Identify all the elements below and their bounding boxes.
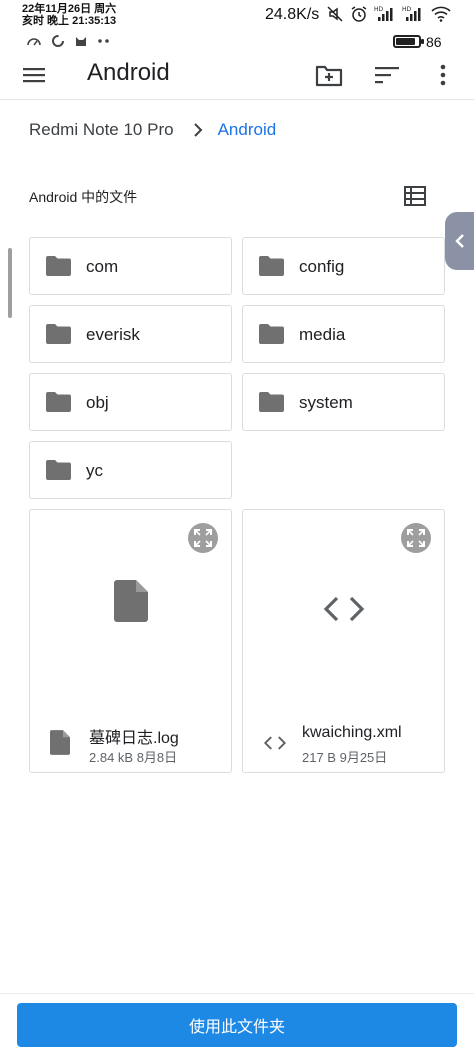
file-name: 墓碑日志.log [89, 730, 179, 747]
alarm-icon [351, 6, 367, 22]
bottom-bar: 使用此文件夹 [0, 993, 474, 1053]
status-bar: 22年11月26日 周六 亥时 晚上 21:35:13 24.8K/s HD H… [0, 0, 474, 52]
folder-card[interactable]: everisk [29, 305, 232, 363]
status-date: 22年11月26日 周六 [22, 3, 117, 15]
folder-icon [46, 256, 71, 276]
folder-name: config [299, 257, 345, 276]
battery-percentage: 86 [426, 34, 442, 50]
folder-name: media [299, 325, 346, 344]
chevron-left-icon [454, 234, 464, 248]
sync-icon [52, 35, 64, 47]
file-preview [30, 580, 231, 640]
file-card[interactable]: kwaiching.xml 217 B 9月25日 [242, 509, 445, 773]
folder-name: yc [86, 461, 103, 480]
file-type-icon [263, 736, 287, 755]
list-view-toggle[interactable] [404, 186, 426, 206]
folder-card[interactable]: obj [29, 373, 232, 431]
folder-icon [46, 324, 71, 344]
expand-preview-button[interactable] [188, 523, 218, 553]
sort-icon [375, 67, 399, 84]
more-options-button[interactable] [428, 60, 458, 90]
code-icon [263, 736, 287, 750]
breadcrumb-current[interactable]: Android [218, 120, 277, 140]
more-dots-icon [98, 39, 109, 43]
breadcrumb: Redmi Note 10 Pro Android [29, 120, 276, 140]
cat-icon [76, 37, 86, 46]
folder-icon [46, 392, 71, 412]
breadcrumb-root[interactable]: Redmi Note 10 Pro [29, 120, 174, 140]
folder-name: everisk [86, 325, 140, 344]
more-vert-icon [440, 64, 446, 86]
folder-card[interactable]: config [242, 237, 445, 295]
file-name: kwaiching.xml [302, 724, 402, 741]
folder-name: obj [86, 393, 109, 412]
battery-fill [396, 38, 415, 45]
scroll-indicator[interactable] [8, 248, 12, 318]
status-icons-row2 [26, 34, 111, 48]
sort-button[interactable] [372, 60, 402, 90]
folder-icon [259, 324, 284, 344]
section-title: Android 中的文件 [29, 189, 138, 205]
network-speed: 24.8K/s [265, 6, 320, 23]
status-datetime: 22年11月26日 周六 亥时 晚上 21:35:13 [22, 3, 116, 27]
svg-text:HD: HD [374, 6, 384, 13]
app-title: Android [87, 59, 170, 86]
menu-button[interactable] [22, 63, 46, 87]
document-icon [113, 580, 148, 622]
expand-preview-button[interactable] [401, 523, 431, 553]
speedometer-icon [27, 38, 41, 46]
wifi-icon [431, 6, 451, 22]
svg-text:HD: HD [402, 6, 412, 13]
create-new-folder-icon [315, 65, 343, 87]
list-view-icon [404, 186, 426, 206]
file-preview [243, 580, 444, 640]
file-info: 217 B 9月25日 [302, 750, 388, 765]
app-bar: Android [0, 52, 474, 100]
new-folder-button[interactable] [314, 60, 344, 90]
folder-name: com [86, 257, 119, 276]
document-icon [50, 730, 70, 755]
code-icon [323, 596, 364, 622]
fullscreen-icon [407, 529, 425, 547]
folder-card[interactable]: system [242, 373, 445, 431]
folder-icon [259, 256, 284, 276]
mute-icon [327, 6, 343, 22]
battery-icon [393, 35, 424, 48]
hamburger-menu-icon [23, 68, 45, 83]
fullscreen-icon [194, 529, 212, 547]
folder-card[interactable]: yc [29, 441, 232, 499]
folder-card[interactable]: com [29, 237, 232, 295]
status-icons: HD HD [326, 5, 452, 23]
folder-icon [259, 392, 284, 412]
use-this-folder-button[interactable]: 使用此文件夹 [17, 1003, 457, 1047]
folder-icon [46, 460, 71, 480]
signal-hd-icon-2: HD [402, 6, 421, 21]
file-info: 2.84 kB 8月8日 [89, 750, 178, 765]
signal-hd-icon: HD [374, 6, 393, 21]
chevron-right-icon [193, 123, 202, 137]
folder-card[interactable]: media [242, 305, 445, 363]
file-type-icon [50, 730, 70, 760]
status-time: 亥时 晚上 21:35:13 [22, 15, 117, 27]
folder-name: system [299, 393, 353, 412]
file-card[interactable]: 墓碑日志.log 2.84 kB 8月8日 [29, 509, 232, 773]
side-drawer-handle[interactable] [445, 212, 474, 270]
